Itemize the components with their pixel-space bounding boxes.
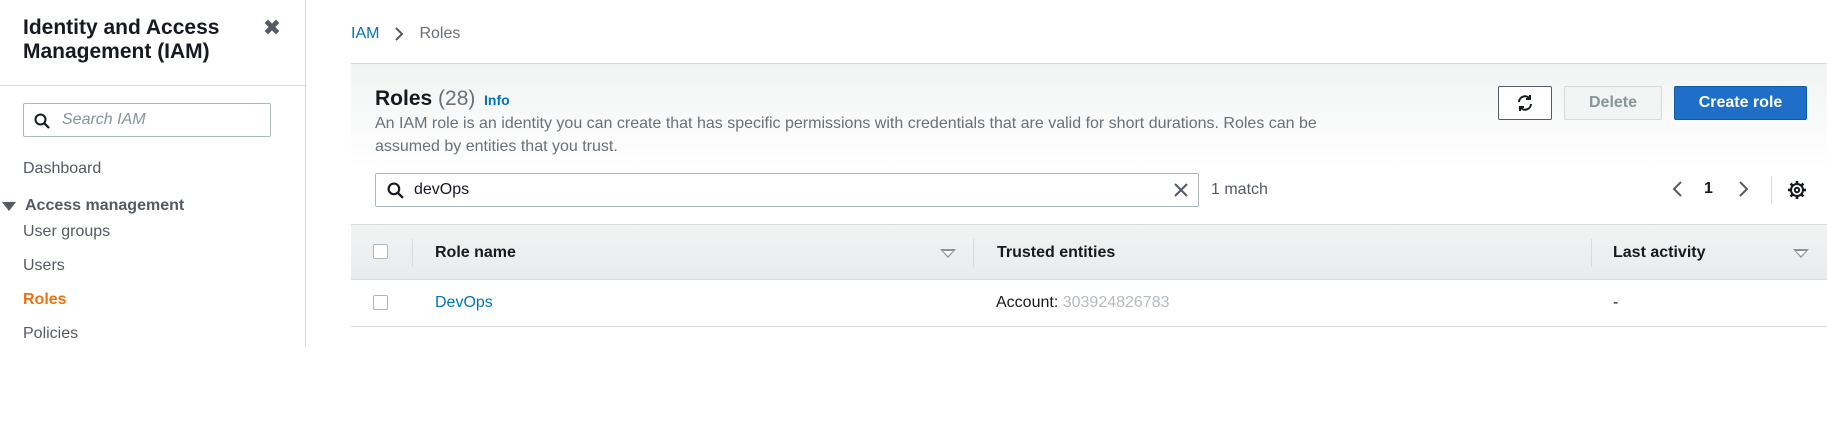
select-all-checkbox[interactable] (373, 244, 388, 259)
roles-filter-input[interactable] (414, 174, 1154, 206)
column-divider (973, 239, 974, 267)
column-header-role-name[interactable]: Role name (435, 244, 516, 262)
breadcrumb-current: Roles (419, 25, 461, 42)
panel-title-text: Roles (375, 87, 433, 110)
roles-table-header: Role name Trusted entities Last activity (351, 224, 1827, 280)
sidebar-item-users[interactable]: Users (23, 257, 65, 275)
gear-icon[interactable] (1787, 180, 1807, 205)
trusted-entity-prefix: Account: (996, 294, 1059, 311)
close-icon[interactable]: ✖ (260, 16, 284, 40)
chevron-left-icon[interactable] (1671, 180, 1683, 203)
sidebar-item-roles[interactable]: Roles (23, 291, 67, 309)
column-header-trusted-entities[interactable]: Trusted entities (997, 244, 1115, 262)
pagination-divider (1771, 176, 1772, 204)
sidebar-divider (0, 85, 305, 86)
panel-description: An IAM role is an identity you can creat… (375, 115, 1317, 155)
breadcrumb-iam-link[interactable]: IAM (351, 25, 379, 43)
refresh-icon (1518, 95, 1532, 111)
chevron-right-icon (394, 26, 404, 42)
trusted-entity: Account: 303924826783 (996, 294, 1170, 312)
sidebar-item-user-groups[interactable]: User groups (23, 223, 110, 241)
sidebar-search[interactable] (23, 103, 271, 137)
create-role-button[interactable]: Create role (1674, 86, 1807, 120)
clear-filter-icon[interactable] (1172, 181, 1190, 204)
column-divider (412, 239, 413, 267)
chevron-right-icon[interactable] (1738, 180, 1750, 203)
sidebar-section-access-management[interactable]: Access management (0, 196, 184, 216)
caret-down-icon (2, 201, 16, 211)
column-divider (1591, 239, 1592, 267)
sort-icon[interactable] (940, 249, 956, 258)
sidebar-item-dashboard[interactable]: Dashboard (23, 160, 101, 178)
delete-button[interactable]: Delete (1564, 86, 1662, 120)
breadcrumb: IAM Roles (351, 25, 460, 43)
panel-title: Roles (28) (375, 87, 475, 111)
column-header-last-activity[interactable]: Last activity (1613, 244, 1705, 262)
roles-count: (28) (438, 87, 476, 110)
last-activity: - (1613, 294, 1619, 311)
sort-icon[interactable] (1793, 249, 1809, 258)
role-name-link[interactable]: DevOps (435, 294, 493, 312)
match-count: 1 match (1211, 181, 1268, 198)
search-icon (34, 113, 50, 129)
sidebar-search-input[interactable] (62, 104, 262, 136)
roles-filter[interactable] (375, 173, 1199, 207)
table-row: DevOps Account: 303924826783 - (351, 280, 1827, 327)
row-checkbox[interactable] (373, 295, 388, 310)
search-icon (387, 182, 404, 199)
refresh-button[interactable] (1498, 86, 1552, 120)
sidebar-item-policies[interactable]: Policies (23, 325, 78, 343)
sidebar-title: Identity and Access Management (IAM) (23, 16, 220, 63)
pagination-page[interactable]: 1 (1704, 180, 1713, 198)
iam-sidebar: Identity and Access Management (IAM) ✖ D… (0, 0, 306, 346)
sidebar-section-label: Access management (25, 197, 185, 214)
account-id: 303924826783 (1062, 294, 1170, 311)
info-link[interactable]: Info (484, 92, 510, 108)
